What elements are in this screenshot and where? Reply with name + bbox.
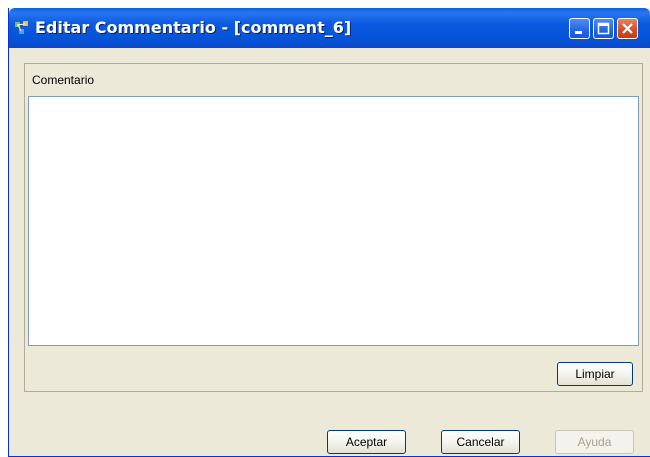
cancel-button[interactable]: Cancelar [441, 430, 520, 454]
title-bar[interactable]: Editar Commentario - [comment_6] [9, 8, 650, 48]
window-title: Editar Commentario - [comment_6] [35, 18, 352, 37]
accept-button[interactable]: Aceptar [327, 430, 406, 454]
clear-button[interactable]: Limpiar [557, 362, 633, 386]
minimize-button[interactable] [569, 18, 590, 39]
app-icon [14, 20, 30, 36]
maximize-button[interactable] [593, 18, 614, 39]
comment-textarea[interactable] [28, 96, 639, 346]
comment-label: Comentario [32, 73, 95, 87]
help-button[interactable]: Ayuda [555, 430, 634, 454]
maximize-icon [597, 22, 610, 35]
close-icon [622, 23, 633, 34]
dialog-window: Editar Commentario - [comment_6] Comenta… [8, 8, 650, 457]
minimize-icon [575, 31, 582, 34]
close-button[interactable] [617, 18, 638, 39]
comment-panel: Comentario Limpiar [24, 63, 643, 392]
